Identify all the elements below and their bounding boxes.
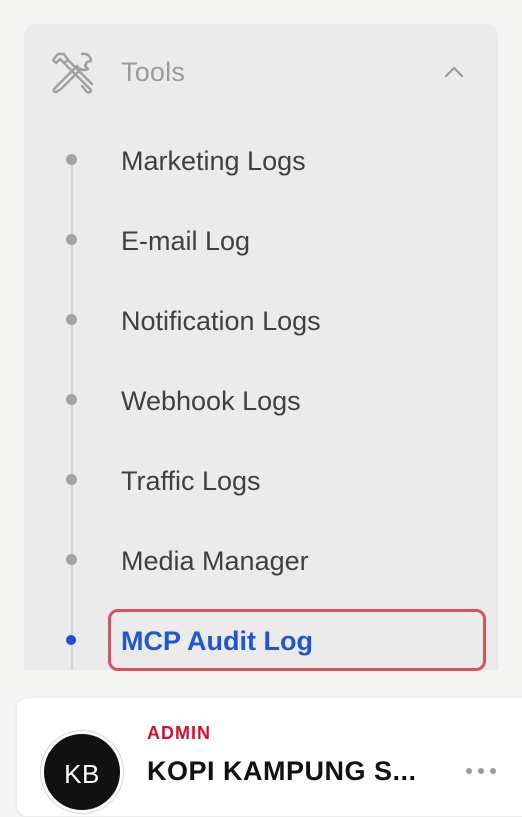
nav-item-label: E-mail Log bbox=[121, 226, 251, 256]
bullet-dot bbox=[66, 234, 77, 245]
ellipsis-dot bbox=[490, 768, 496, 774]
ellipsis-dot bbox=[478, 768, 484, 774]
more-options-button[interactable] bbox=[463, 758, 499, 782]
tools-section-header[interactable]: Tools bbox=[24, 24, 498, 120]
nav-item-label: Notification Logs bbox=[121, 306, 321, 336]
user-account-card[interactable]: KB ADMIN KOPI KAMPUNG S... bbox=[16, 697, 522, 817]
nav-item-notification-logs[interactable]: Notification Logs bbox=[24, 292, 498, 348]
role-badge: ADMIN bbox=[147, 723, 211, 743]
nav-item-label: Traffic Logs bbox=[121, 466, 261, 496]
nav-item-email-log[interactable]: E-mail Log bbox=[24, 212, 498, 268]
account-name: KOPI KAMPUNG S... bbox=[147, 756, 417, 786]
nav-item-media-manager[interactable]: Media Manager bbox=[24, 532, 498, 588]
bullet-dot bbox=[66, 154, 77, 165]
bullet-dot bbox=[66, 314, 77, 325]
nav-item-label: Webhook Logs bbox=[121, 386, 301, 416]
nav-item-marketing-logs[interactable]: Marketing Logs bbox=[24, 132, 498, 188]
bullet-dot bbox=[66, 474, 77, 485]
nav-item-webhook-logs[interactable]: Webhook Logs bbox=[24, 372, 498, 428]
nav-item-label: Marketing Logs bbox=[121, 146, 306, 176]
sidebar-tools-panel: Tools Marketing Logs E-mail Log Notifica… bbox=[24, 24, 498, 671]
avatar-initials: KB bbox=[64, 759, 100, 789]
bullet-dot bbox=[66, 394, 77, 405]
tools-section-label: Tools bbox=[121, 57, 186, 87]
selection-highlight bbox=[108, 609, 486, 671]
nav-item-label: Media Manager bbox=[121, 546, 309, 576]
ellipsis-dot bbox=[466, 768, 472, 774]
chevron-up-icon[interactable] bbox=[442, 60, 466, 84]
avatar: KB bbox=[41, 731, 123, 813]
wrench-screwdriver-icon bbox=[51, 52, 94, 94]
bullet-dot bbox=[66, 554, 77, 565]
nav-item-traffic-logs[interactable]: Traffic Logs bbox=[24, 452, 498, 508]
bullet-dot-active bbox=[66, 635, 76, 645]
